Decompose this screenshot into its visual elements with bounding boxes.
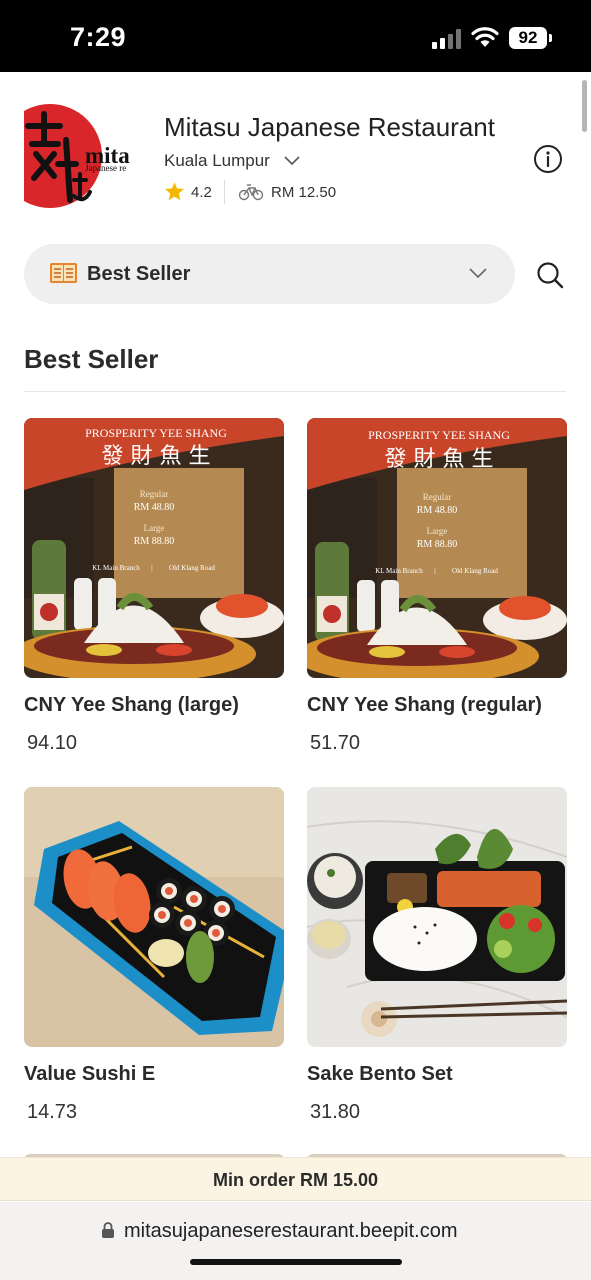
- product-price: 31.80: [310, 1101, 361, 1123]
- home-indicator: [190, 1259, 402, 1265]
- info-icon[interactable]: [533, 144, 563, 174]
- product-card[interactable]: PROSPERITY YEE SHANG 發 財 魚 生 Regular RM …: [24, 418, 284, 754]
- min-order-text: Min order RM 15.00: [212, 1170, 379, 1190]
- logo-subtext: Japanese re: [85, 163, 126, 173]
- promo-branch-1: KL Main Branch: [92, 564, 140, 572]
- battery-indicator: 92: [509, 27, 552, 49]
- search-icon[interactable]: [536, 261, 564, 289]
- url-text[interactable]: mitasujapaneserestaurant.beepit.com: [124, 1220, 458, 1243]
- category-dropdown[interactable]: Best Seller: [24, 244, 515, 304]
- product-price: 94.10: [27, 732, 78, 754]
- promo-chinese: 發 財 魚 生: [385, 447, 494, 472]
- product-name[interactable]: Sake Bento Set: [307, 1063, 453, 1086]
- promo-large-label: Large: [427, 526, 448, 536]
- browser-address-bar[interactable]: mitasujapaneserestaurant.beepit.com: [0, 1202, 591, 1280]
- product-card[interactable]: Value Sushi E 14.73: [24, 787, 284, 1123]
- bicycle-icon: [238, 184, 264, 201]
- section-divider: [24, 391, 566, 392]
- restaurant-rating: 4.2: [191, 184, 212, 201]
- chevron-down-icon[interactable]: [283, 154, 301, 168]
- product-name[interactable]: CNY Yee Shang (large): [24, 694, 239, 717]
- chevron-down-icon: [469, 268, 487, 279]
- promo-chinese: 發 財 魚 生: [102, 444, 211, 469]
- promo-branch-2: Old Klang Road: [169, 564, 215, 572]
- product-price: 51.70: [310, 732, 361, 754]
- restaurant-name: Mitasu Japanese Restaurant: [164, 112, 495, 142]
- product-name[interactable]: Value Sushi E: [24, 1063, 155, 1086]
- product-price: 14.73: [27, 1101, 78, 1123]
- promo-regular-price: RM 48.80: [417, 505, 458, 516]
- product-image[interactable]: [24, 787, 284, 1047]
- wifi-icon: [471, 27, 499, 47]
- product-name[interactable]: CNY Yee Shang (regular): [307, 694, 542, 717]
- product-card[interactable]: PROSPERITY YEE SHANG 發 財 魚 生 Regular RM …: [307, 418, 567, 754]
- promo-branch-sep: |: [151, 564, 152, 572]
- min-order-bar: Min order RM 15.00: [0, 1157, 591, 1201]
- promo-regular-label: Regular: [423, 492, 452, 502]
- status-time: 7:29: [70, 22, 127, 52]
- cellular-signal-icon: [432, 29, 464, 49]
- category-label: Best Seller: [87, 263, 191, 285]
- promo-title: PROSPERITY YEE SHANG: [368, 428, 510, 442]
- promo-large-price: RM 88.80: [134, 536, 175, 547]
- status-bar: 7:29 92: [0, 0, 591, 72]
- promo-regular-label: Regular: [140, 489, 169, 499]
- promo-title: PROSPERITY YEE SHANG: [85, 426, 227, 440]
- page-scrollbar[interactable]: [582, 80, 587, 132]
- menu-book-icon: [50, 263, 77, 283]
- delivery-fee: RM 12.50: [271, 184, 337, 201]
- product-card[interactable]: Sake Bento Set 31.80: [307, 787, 567, 1123]
- product-image[interactable]: PROSPERITY YEE SHANG 發 財 魚 生 Regular RM …: [24, 418, 284, 678]
- divider: [224, 180, 225, 204]
- star-icon: [165, 182, 184, 201]
- product-image[interactable]: PROSPERITY YEE SHANG 發 財 魚 生 Regular RM …: [307, 418, 567, 678]
- promo-branch-sep: |: [434, 567, 435, 575]
- restaurant-logo: mita Japanese re: [24, 104, 146, 212]
- restaurant-location[interactable]: Kuala Lumpur: [164, 151, 270, 171]
- promo-branch-1: KL Main Branch: [375, 567, 423, 575]
- section-title: Best Seller: [24, 344, 159, 374]
- product-image[interactable]: [307, 787, 567, 1047]
- promo-branch-2: Old Klang Road: [452, 567, 498, 575]
- lock-icon: [102, 1222, 114, 1238]
- promo-regular-price: RM 48.80: [134, 502, 175, 513]
- promo-large-price: RM 88.80: [417, 539, 458, 550]
- promo-large-label: Large: [144, 523, 165, 533]
